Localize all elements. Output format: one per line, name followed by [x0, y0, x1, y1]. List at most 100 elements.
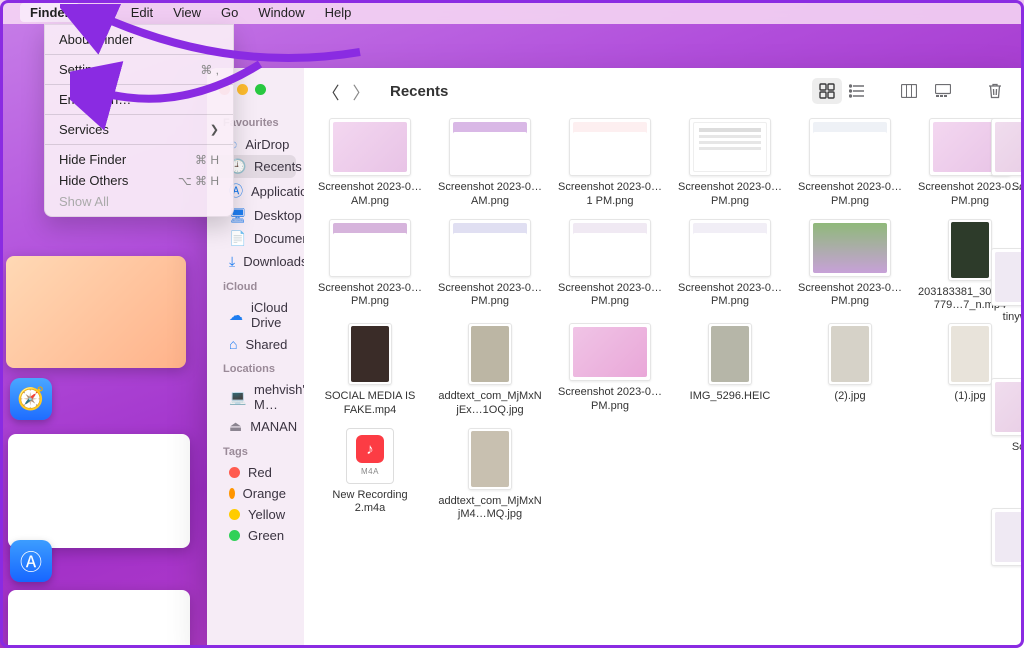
file-thumbnail [569, 118, 651, 176]
view-list-button[interactable] [842, 78, 872, 104]
file-thumbnail [468, 428, 512, 490]
file-thumbnail [991, 508, 1024, 566]
dock-safari-icon[interactable]: 🧭 [10, 378, 52, 420]
menu-item-label: Settings… [59, 62, 119, 77]
menu-show-all: Show All [45, 191, 233, 212]
file-item[interactable]: Screenshot 2023-0…PM.png [798, 118, 902, 209]
sidebar-item-shared[interactable]: ⌂ Shared [215, 333, 296, 355]
file-item[interactable]: (2).jpg [798, 323, 902, 418]
view-mode-group [812, 78, 872, 104]
menu-services[interactable]: Services❯ [45, 119, 233, 140]
file-item[interactable]: addtext_com_MjMxNjEx…1OQ.jpg [438, 323, 542, 418]
file-name: Screenshot 2023-0…AM.png [438, 181, 542, 209]
shared-icon: ⌂ [229, 336, 237, 352]
shortcut-label: ⌘ H [195, 153, 219, 167]
file-name: Screenshot 2023-0…PM.png [438, 282, 542, 310]
file-item[interactable]: Screenshot 2023-0…PM.png [558, 323, 662, 418]
menu-item-label: Empty Bin… [59, 92, 131, 107]
file-item[interactable]: Screenshot 2023-0…PM.png [318, 219, 422, 314]
sidebar-item-label: Orange [243, 486, 286, 501]
menu-view[interactable]: View [163, 3, 211, 22]
menu-settings[interactable]: Settings…⌘ , [45, 59, 233, 80]
sidebar-item-downloads[interactable]: ⤓Downloads [215, 250, 296, 273]
file-item[interactable]: tinyw 94_31 [980, 248, 1024, 368]
shortcut-label: ⌥ ⌘ H [178, 174, 219, 188]
file-item[interactable]: Screenshot 2023-0…PM.png [798, 219, 902, 314]
window-thumbnail[interactable] [8, 590, 190, 648]
view-icons-button[interactable] [812, 78, 842, 104]
file-name: Screenshot 2023-0…PM.png [798, 282, 902, 310]
tag-dot-icon [229, 530, 240, 541]
finder-toolbar: 〈 〉 Recents [304, 68, 1024, 114]
file-item[interactable]: Screenshot 2023-0…PM.png [438, 219, 542, 314]
file-thumbnail [329, 219, 411, 277]
menu-empty-bin[interactable]: Empty Bin… [45, 89, 233, 110]
minimize-button[interactable] [237, 84, 248, 95]
file-item[interactable]: Screenshot 2023-0…PM.png [678, 219, 782, 314]
file-thumbnail [991, 378, 1024, 436]
file-item[interactable]: addtext_com_MjMxNjM4…MQ.jpg [438, 428, 542, 523]
sidebar-item-label: MANAN [250, 419, 297, 434]
menu-separator [45, 84, 233, 85]
sidebar-header-icloud: iCloud [207, 273, 304, 297]
menu-finder[interactable]: Finder [20, 3, 80, 22]
menu-hide-finder[interactable]: Hide Finder⌘ H [45, 149, 233, 170]
view-gallery-button[interactable] [928, 78, 958, 104]
file-thumbnail [809, 118, 891, 176]
window-thumbnail[interactable] [8, 434, 190, 548]
file-name: Screenshot 2023-0…PM.png [678, 282, 782, 310]
sidebar-item-label: mehvish's M… [254, 382, 304, 412]
zoom-button[interactable] [255, 84, 266, 95]
file-item[interactable]: Screenshot 2023-0…AM.png [318, 118, 422, 209]
file-thumbnail [991, 248, 1024, 306]
nav-forward-button[interactable]: 〉 [348, 78, 374, 104]
sidebar-header-tags: Tags [207, 438, 304, 462]
finder-window: Favourites ◌AirDrop 🕘Recents ⒶApplicatio… [207, 68, 1024, 648]
sidebar-tag-red[interactable]: Red [215, 462, 296, 483]
sidebar-item-computer[interactable]: 💻mehvish's M… [215, 379, 296, 415]
file-item[interactable]: Sc 2023 [980, 378, 1024, 498]
file-item[interactable]: IMG_5296.HEIC [678, 323, 782, 418]
nav-back-button[interactable]: 〈 [318, 78, 344, 104]
file-thumbnail [828, 323, 872, 385]
file-thumbnail [689, 219, 771, 277]
dock-appstore-icon[interactable]: Ⓐ [10, 540, 52, 582]
file-name: tinyw 94_31 [1003, 311, 1024, 325]
sidebar-tag-orange[interactable]: Orange [215, 483, 296, 504]
menu-window[interactable]: Window [248, 3, 314, 22]
sidebar-item-label: Documents [254, 231, 304, 246]
file-name: Sc 2023 [1012, 441, 1024, 455]
menu-item-label: Show All [59, 194, 109, 209]
file-name: addtext_com_MjMxNjM4…MQ.jpg [438, 495, 542, 523]
file-item[interactable]: Screenshot 2023-0…1 PM.png [558, 118, 662, 209]
menu-go[interactable]: Go [211, 3, 248, 22]
menu-help[interactable]: Help [315, 3, 362, 22]
sidebar-item-documents[interactable]: 📄Documents [215, 227, 296, 250]
file-item[interactable]: Screenshot 2023-0…PM.png [558, 219, 662, 314]
file-item[interactable]: ♪M4ANew Recording 2.m4a [318, 428, 422, 523]
sidebar-item-label: Green [248, 528, 284, 543]
sidebar-tag-green[interactable]: Green [215, 525, 296, 546]
menu-edit[interactable]: Edit [121, 3, 163, 22]
trash-button[interactable] [980, 78, 1010, 104]
view-columns-button[interactable] [894, 78, 924, 104]
tag-dot-icon [229, 488, 235, 499]
sidebar-item-external-disk[interactable]: ⏏MANAN⏏ [215, 415, 296, 438]
file-item[interactable]: Sc 2023 [980, 118, 1024, 238]
file-item[interactable]: Screenshot 2023-0…AM.png [438, 118, 542, 209]
file-item[interactable]: Blar [980, 508, 1024, 628]
sidebar-tag-yellow[interactable]: Yellow [215, 504, 296, 525]
menu-hide-others[interactable]: Hide Others⌥ ⌘ H [45, 170, 233, 191]
sidebar-item-label: Desktop [254, 208, 302, 223]
file-thumbnail [348, 323, 392, 385]
file-item[interactable]: SOCIAL MEDIA IS FAKE.mp4 [318, 323, 422, 418]
file-ext: M4A [361, 467, 379, 476]
location-title: Recents [390, 83, 448, 100]
file-thumbnail [689, 118, 771, 176]
sidebar-item-label: Shared [245, 337, 287, 352]
sidebar-item-icloud-drive[interactable]: ☁︎iCloud Drive [215, 297, 296, 333]
file-item[interactable]: Screenshot 2023-0…PM.png [678, 118, 782, 209]
window-thumbnail[interactable] [6, 256, 186, 368]
menu-file[interactable]: File [80, 3, 121, 22]
menu-about-finder[interactable]: About Finder [45, 29, 233, 50]
